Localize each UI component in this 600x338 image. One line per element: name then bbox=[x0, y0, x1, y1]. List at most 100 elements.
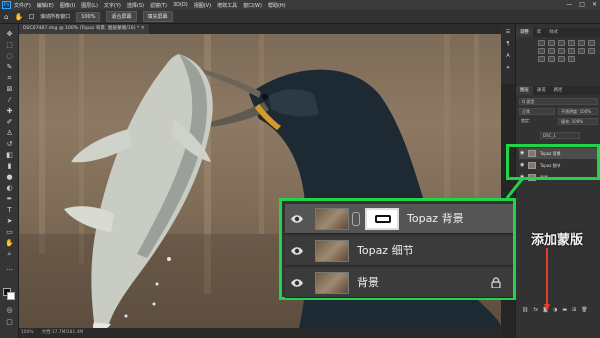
fill-screen-button[interactable]: 填充屏幕 bbox=[142, 11, 173, 22]
annotation-arrow bbox=[544, 248, 550, 312]
tab-libraries[interactable]: 库 bbox=[533, 28, 545, 37]
tab-paths[interactable]: 路径 bbox=[550, 86, 567, 95]
selective-color-icon[interactable] bbox=[568, 56, 575, 62]
pen-tool-icon[interactable]: ✒ bbox=[4, 195, 15, 204]
new-adjustment-icon[interactable]: ◑ bbox=[553, 307, 557, 313]
move-tool-icon[interactable]: ✥ bbox=[4, 30, 15, 39]
home-icon[interactable]: ⌂ bbox=[4, 13, 8, 21]
color-lookup-icon[interactable] bbox=[578, 48, 585, 54]
new-group-icon[interactable]: ▬ bbox=[562, 307, 567, 313]
levels-icon[interactable] bbox=[548, 40, 555, 46]
menu-plugins[interactable]: 增效工具 bbox=[217, 2, 237, 9]
layer-mask-thumbnail[interactable] bbox=[365, 208, 399, 230]
layer-filter-field[interactable]: Q 类型 bbox=[519, 98, 598, 105]
window-controls: — □ ✕ bbox=[566, 1, 597, 8]
zoom-100-button[interactable]: 100% bbox=[76, 11, 101, 22]
menu-edit[interactable]: 编辑(E) bbox=[37, 2, 54, 9]
history-panel-icon[interactable]: ☰ bbox=[503, 28, 513, 37]
curves-icon[interactable] bbox=[558, 40, 565, 46]
hue-icon[interactable] bbox=[588, 40, 595, 46]
healing-tool-icon[interactable]: ✚ bbox=[4, 107, 15, 116]
zoom-readout[interactable]: 100% bbox=[21, 328, 34, 338]
shape-tool-icon[interactable]: ▭ bbox=[4, 228, 15, 237]
quick-select-tool-icon[interactable]: ✎ bbox=[4, 63, 15, 72]
maximize-icon[interactable]: □ bbox=[579, 1, 585, 8]
blur-tool-icon[interactable]: ● bbox=[4, 173, 15, 182]
fit-screen-button[interactable]: 适合屏幕 bbox=[106, 11, 137, 22]
glyphs-panel-icon[interactable]: ✦ bbox=[503, 64, 513, 73]
tab-channels[interactable]: 通道 bbox=[533, 86, 550, 95]
close-tab-icon[interactable]: ✕ bbox=[141, 26, 145, 31]
visibility-eye-icon[interactable] bbox=[290, 245, 304, 257]
callout-layer-row[interactable]: 背景 bbox=[285, 268, 513, 298]
tab-layers[interactable]: 图层 bbox=[516, 86, 533, 95]
eyedropper-tool-icon[interactable]: ⁄ bbox=[4, 96, 15, 105]
stamp-tool-icon[interactable]: ♙ bbox=[4, 129, 15, 138]
document-info: 文档:17.7M/281.4M bbox=[41, 330, 84, 335]
menu-filter[interactable]: 滤镜(T) bbox=[150, 2, 167, 9]
screen-mode-icon[interactable]: ▢ bbox=[4, 318, 15, 327]
minimize-icon[interactable]: — bbox=[566, 1, 572, 8]
tab-adjustments[interactable]: 调整 bbox=[516, 28, 533, 37]
color-balance-icon[interactable] bbox=[538, 48, 545, 54]
gradient-map-icon[interactable] bbox=[558, 56, 565, 62]
background-color-swatch[interactable] bbox=[7, 292, 15, 300]
brush-tool-icon[interactable]: ✐ bbox=[4, 118, 15, 127]
delete-layer-icon[interactable]: 🗑 bbox=[581, 307, 587, 313]
document-tab[interactable]: DSC07487.dng @ 100% (Topaz 背景, 图层蒙版/16) … bbox=[19, 24, 149, 34]
menu-window[interactable]: 窗口(W) bbox=[243, 2, 262, 9]
hand-icon[interactable]: ✋ bbox=[14, 13, 23, 21]
photo-filter-icon[interactable] bbox=[558, 48, 565, 54]
invert-icon[interactable] bbox=[588, 48, 595, 54]
marquee-tool-icon[interactable]: ⬚ bbox=[4, 41, 15, 50]
more-tools-icon[interactable]: … bbox=[4, 264, 15, 273]
layer-group-row[interactable]: DSC_1 bbox=[540, 132, 580, 139]
character-panel-icon[interactable]: A bbox=[503, 52, 513, 61]
zoom-tool-icon[interactable]: ⌕ bbox=[4, 250, 15, 259]
link-layers-icon[interactable]: ⛓ bbox=[522, 307, 528, 313]
menu-select[interactable]: 选择(S) bbox=[127, 2, 144, 9]
vibrance-icon[interactable] bbox=[578, 40, 585, 46]
visibility-eye-icon[interactable] bbox=[290, 213, 304, 225]
options-bar: ⌂ ✋ 滚动所有窗口 100% 适合屏幕 填充屏幕 bbox=[0, 10, 600, 24]
new-layer-icon[interactable]: ⊞ bbox=[572, 307, 576, 313]
eraser-tool-icon[interactable]: ◧ bbox=[4, 151, 15, 160]
menu-image[interactable]: 图像(I) bbox=[60, 2, 75, 9]
opacity-field[interactable]: 不透明度: 100% bbox=[558, 108, 598, 115]
visibility-eye-icon[interactable] bbox=[290, 277, 304, 289]
menu-type[interactable]: 文字(Y) bbox=[104, 2, 121, 9]
type-tool-icon[interactable]: T bbox=[4, 206, 15, 215]
crop-tool-icon[interactable]: ⌗ bbox=[4, 74, 15, 83]
fill-field[interactable]: 填充: 100% bbox=[558, 118, 598, 125]
dodge-tool-icon[interactable]: ◐ bbox=[4, 184, 15, 193]
blend-mode-select[interactable]: 正常 bbox=[519, 108, 555, 115]
hand-tool-icon[interactable]: ✋ bbox=[4, 239, 15, 248]
gradient-tool-icon[interactable]: ▮ bbox=[4, 162, 15, 171]
threshold-icon[interactable] bbox=[548, 56, 555, 62]
close-icon[interactable]: ✕ bbox=[592, 1, 597, 8]
callout-layer-row[interactable]: Topaz 背景 bbox=[285, 204, 513, 234]
menu-view[interactable]: 视图(V) bbox=[194, 2, 211, 9]
tab-styles[interactable]: 样式 bbox=[545, 28, 562, 37]
exposure-icon[interactable] bbox=[568, 40, 575, 46]
frame-tool-icon[interactable]: ⊠ bbox=[4, 85, 15, 94]
paragraph-panel-icon[interactable]: ¶ bbox=[503, 40, 513, 49]
black-white-icon[interactable] bbox=[548, 48, 555, 54]
history-brush-tool-icon[interactable]: ↺ bbox=[4, 140, 15, 149]
callout-layer-name: Topaz 细节 bbox=[357, 244, 414, 257]
scroll-all-checkbox[interactable] bbox=[29, 14, 35, 19]
mask-link-icon[interactable] bbox=[352, 212, 360, 226]
menu-layer[interactable]: 图层(L) bbox=[81, 2, 98, 9]
lasso-tool-icon[interactable]: ◌ bbox=[4, 52, 15, 61]
brightness-icon[interactable] bbox=[538, 40, 545, 46]
menu-3d[interactable]: 3D(D) bbox=[173, 2, 188, 8]
path-select-tool-icon[interactable]: ➤ bbox=[4, 217, 15, 226]
lock-icon[interactable] bbox=[491, 277, 501, 288]
callout-layer-row[interactable]: Topaz 细节 bbox=[285, 236, 513, 266]
quick-mask-icon[interactable]: ◎ bbox=[4, 306, 15, 315]
menu-help[interactable]: 帮助(H) bbox=[268, 2, 286, 9]
menu-file[interactable]: 文件(F) bbox=[14, 2, 31, 9]
posterize-icon[interactable] bbox=[538, 56, 545, 62]
channel-mixer-icon[interactable] bbox=[568, 48, 575, 54]
fx-icon[interactable]: fx bbox=[533, 307, 538, 313]
